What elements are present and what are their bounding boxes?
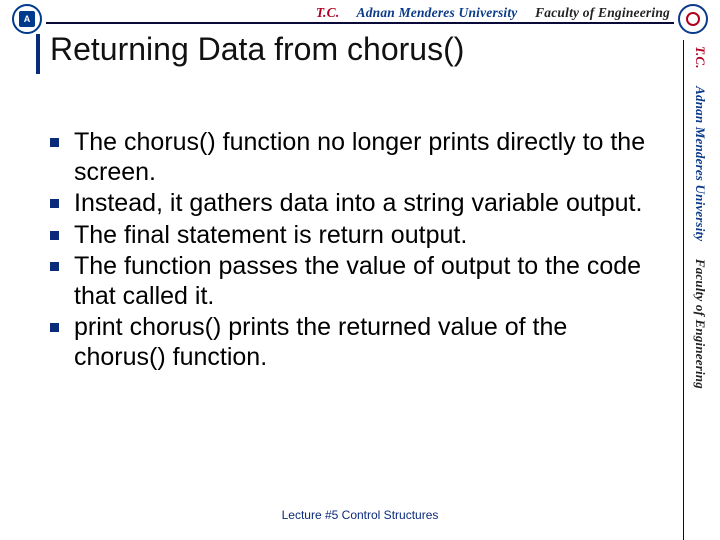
list-item: print chorus() prints the returned value…	[44, 313, 648, 372]
body-area: The chorus() function no longer prints d…	[44, 128, 648, 374]
right-banner-text: T.C. Adnan Menderes University Faculty o…	[692, 46, 708, 389]
logo-left-glyph: A	[19, 11, 35, 27]
list-item: The function passes the value of output …	[44, 252, 648, 311]
faculty-logo-right	[678, 4, 708, 34]
list-item: The final statement is return output.	[44, 221, 648, 251]
slide-title: Returning Data from chorus()	[50, 28, 464, 67]
vertical-rule	[683, 40, 684, 540]
list-item: The chorus() function no longer prints d…	[44, 128, 648, 187]
banner-university: Adnan Menderes University	[356, 5, 517, 20]
vbanner-university: Adnan Menderes University	[693, 86, 708, 241]
banner-faculty: Faculty of Engineering	[535, 5, 670, 20]
vbanner-tc: T.C.	[693, 46, 708, 69]
vbanner-faculty: Faculty of Engineering	[693, 259, 708, 389]
title-area: Returning Data from chorus()	[36, 28, 660, 74]
list-item: Instead, it gathers data into a string v…	[44, 189, 648, 219]
logo-right-glyph	[686, 12, 700, 26]
banner-tc: T.C.	[316, 5, 340, 20]
banner-text: T.C. Adnan Menderes University Faculty o…	[42, 5, 678, 21]
right-banner: T.C. Adnan Menderes University Faculty o…	[686, 46, 714, 530]
bullet-list: The chorus() function no longer prints d…	[44, 128, 648, 372]
footer-text: Lecture #5 Control Structures	[0, 508, 720, 522]
slide: A T.C. Adnan Menderes University Faculty…	[0, 0, 720, 540]
title-accent-bar	[36, 34, 40, 74]
horizontal-rule	[46, 22, 674, 24]
